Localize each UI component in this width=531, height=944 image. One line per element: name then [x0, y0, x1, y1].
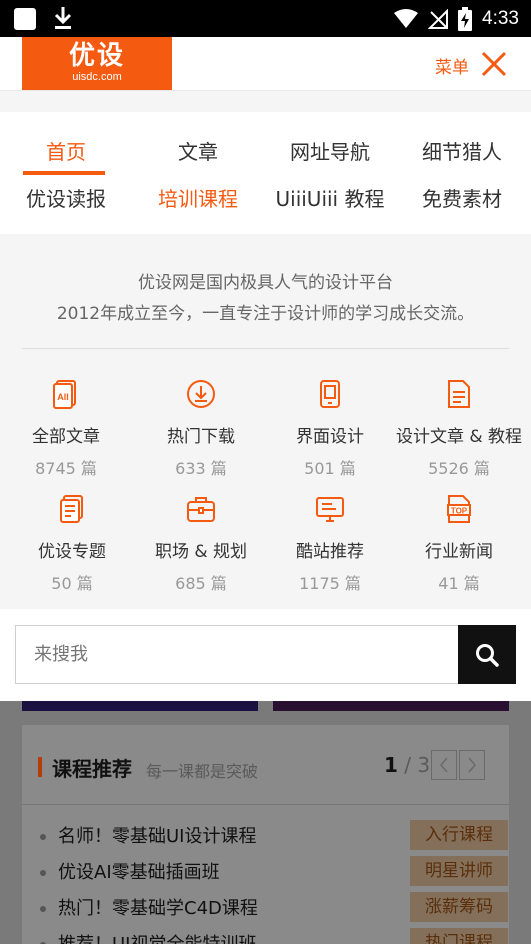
card-header: 课程推荐 每一课都是突破 1 / 3 [22, 725, 509, 805]
bullet-icon [40, 906, 46, 912]
clock: 4:33 [482, 7, 519, 29]
course-title: 热门！零基础学C4D课程 [58, 898, 258, 919]
signal-off-icon [428, 8, 449, 29]
svg-text:TOP: TOP [451, 507, 468, 516]
page-current: 1 [384, 753, 398, 777]
banner-image [22, 701, 258, 711]
chevron-right-icon [468, 757, 476, 773]
bullet-icon [40, 834, 46, 840]
intro-line-1: 优设网是国内极具人气的设计平台 [138, 273, 393, 293]
category-label: 职场 & 规划 [154, 542, 248, 562]
category-count: 1175 篇 [299, 574, 361, 593]
nav-item-courses[interactable]: 培训课程 [132, 183, 264, 212]
category-industry-news[interactable]: TOP 行业新闻 41 篇 [393, 493, 525, 594]
course-item[interactable]: 名师！零基础UI设计课程 入行课程 [40, 820, 508, 852]
logo-sub-text: uisdc.com [72, 71, 122, 83]
status-bar: 4:33 [0, 0, 531, 37]
category-label: 酷站推荐 [296, 542, 364, 562]
prev-page-button[interactable] [431, 750, 457, 780]
nav-item-free-assets[interactable]: 免费素材 [396, 183, 528, 212]
nav-item-detail-hunter[interactable]: 细节猎人 [396, 136, 528, 165]
card-subtitle: 每一课都是突破 [146, 762, 259, 781]
download-icon [54, 7, 72, 29]
search-bar [0, 609, 531, 701]
battery-charging-icon [458, 6, 473, 31]
all-articles-icon: All [53, 380, 76, 409]
course-tag: 涨薪筹码 [410, 892, 508, 922]
category-count: 5526 篇 [428, 459, 490, 478]
nav-item-home[interactable]: 首页 [0, 136, 132, 165]
download-icon [187, 380, 215, 408]
page-total: / 3 [404, 753, 431, 777]
nav-item-articles[interactable]: 文章 [132, 136, 264, 165]
category-career[interactable]: 职场 & 规划 685 篇 [135, 493, 267, 594]
next-page-button[interactable] [459, 750, 485, 780]
svg-text:All: All [57, 392, 69, 402]
banner-image [273, 701, 509, 711]
category-label: 行业新闻 [425, 542, 493, 562]
category-count: 8745 篇 [35, 459, 97, 478]
course-item[interactable]: 热门！零基础学C4D课程 涨薪筹码 [40, 892, 508, 924]
close-icon[interactable] [479, 49, 509, 79]
search-input[interactable] [15, 625, 458, 684]
category-label: 热门下载 [167, 427, 235, 447]
category-count: 685 篇 [175, 574, 227, 593]
search-button[interactable] [458, 625, 516, 684]
nav-item-daily-news[interactable]: 优设读报 [0, 183, 132, 212]
category-count: 41 篇 [438, 574, 480, 593]
document-icon [448, 380, 470, 408]
course-tag: 热门课程 [410, 928, 508, 944]
intro-line-2: 2012年成立至今，一直专注于设计师的学习成长交流。 [56, 304, 475, 324]
course-item[interactable]: 优设AI零基础插画班 明星讲师 [40, 856, 508, 888]
chevron-left-icon [440, 757, 448, 773]
title-accent-bar [38, 757, 42, 777]
category-label: 设计文章 & 教程 [395, 427, 523, 447]
briefcase-icon [187, 497, 215, 522]
intro-divider [22, 348, 509, 349]
active-nav-underline [23, 171, 105, 175]
category-topics[interactable]: 优设专题 50 篇 [6, 493, 138, 594]
top-news-icon: TOP [447, 495, 471, 523]
monitor-icon [316, 497, 344, 522]
search-icon [476, 643, 499, 667]
category-label: 优设专题 [38, 542, 106, 562]
category-label: 界面设计 [296, 427, 364, 447]
category-hot-downloads[interactable]: 热门下载 633 篇 [135, 378, 267, 479]
category-all-articles[interactable]: All 全部文章 8745 篇 [0, 378, 132, 479]
course-tag: 明星讲师 [410, 856, 508, 886]
course-title: 名师！零基础UI设计课程 [58, 826, 257, 847]
nav-item-url-nav[interactable]: 网址导航 [264, 136, 396, 165]
nav-item-tutorials[interactable]: UiiiUiii 教程 [264, 183, 396, 212]
dimmed-content: 课程推荐 每一课都是突破 1 / 3 名师！零基础UI设计课程 入行课程 优设A… [0, 701, 531, 944]
card-title: 课程推荐 [52, 757, 132, 781]
notification-icon [14, 8, 36, 30]
course-title: 推荐！UI视觉全能特训班 [58, 930, 256, 944]
pagination-indicator: 1 / 3 [384, 753, 430, 777]
category-design-tutorials[interactable]: 设计文章 & 教程 5526 篇 [393, 378, 525, 479]
category-count: 50 篇 [51, 574, 93, 593]
category-count: 501 篇 [304, 459, 356, 478]
course-item[interactable]: 推荐！UI视觉全能特训班 热门课程 [40, 928, 508, 944]
wifi-icon [394, 8, 419, 28]
bullet-icon [40, 870, 46, 876]
course-title: 优设AI零基础插画班 [58, 862, 220, 883]
header-separator [0, 90, 531, 112]
menu-label[interactable]: 菜单 [435, 53, 469, 78]
site-logo[interactable]: 优设 uisdc.com [22, 37, 172, 90]
category-cool-sites[interactable]: 酷站推荐 1175 篇 [264, 493, 396, 594]
category-ui-design[interactable]: 界面设计 501 篇 [264, 378, 396, 479]
category-count: 633 篇 [175, 459, 227, 478]
header: 优设 uisdc.com 菜单 [0, 37, 531, 90]
topic-icon [60, 495, 83, 523]
logo-main-text: 优设 [68, 41, 125, 71]
course-tag: 入行课程 [410, 820, 508, 850]
mobile-icon [320, 380, 340, 408]
course-recommend-card: 课程推荐 每一课都是突破 1 / 3 名师！零基础UI设计课程 入行课程 优设A… [22, 725, 509, 944]
category-label: 全部文章 [32, 427, 100, 447]
